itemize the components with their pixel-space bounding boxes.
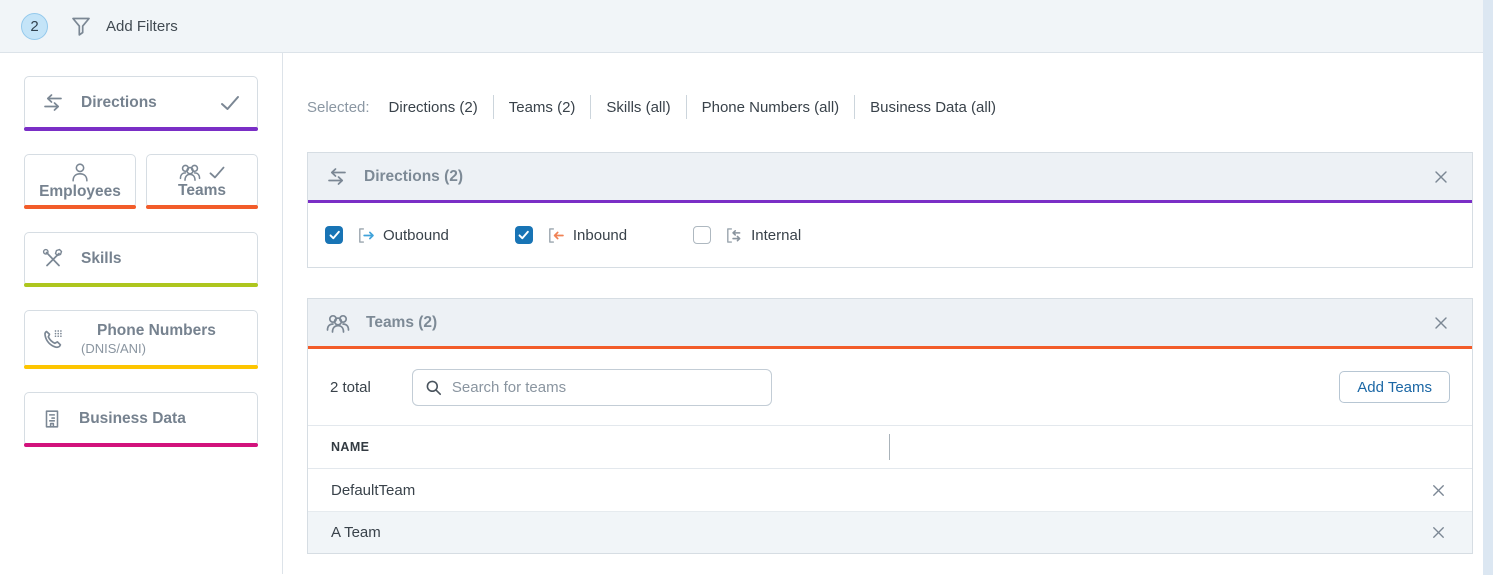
filter-sidebar: Directions Employ [0, 53, 283, 574]
table-row[interactable]: A Team [308, 511, 1472, 553]
check-icon [208, 165, 226, 180]
teams-panel: Teams (2) 2 total [307, 298, 1473, 554]
sidebar-item-skills[interactable]: Skills [24, 232, 258, 286]
selected-item-phone-numbers[interactable]: Phone Numbers (all) [702, 99, 840, 116]
inbound-checkbox[interactable] [515, 226, 533, 244]
skills-icon [41, 247, 65, 271]
add-teams-button[interactable]: Add Teams [1339, 371, 1450, 403]
sidebar-item-label: Directions [81, 94, 157, 112]
direction-option-label: Outbound [383, 227, 449, 244]
divider [686, 95, 687, 119]
teams-table: NAME DefaultTeam A Team [308, 425, 1472, 553]
search-icon [424, 378, 443, 397]
filters-screen: 2 Add Filters Directions [0, 0, 1493, 575]
sidebar-item-label: Phone Numbers [97, 321, 216, 340]
direction-option-label: Internal [751, 227, 801, 244]
selected-summary-bar: Selected: Directions (2) Teams (2) Skill… [307, 95, 1473, 119]
sidebar-item-business-data[interactable]: Business Data [24, 392, 258, 446]
directions-panel-header: Directions (2) [308, 153, 1472, 200]
column-resize-divider[interactable] [889, 434, 890, 460]
teams-toolbar: 2 total Add Teams [308, 349, 1472, 425]
sidebar-item-label: Skills [81, 250, 122, 268]
direction-option-label: Inbound [573, 227, 627, 244]
topbar: 2 Add Filters [0, 0, 1493, 53]
direction-option-internal[interactable]: Internal [693, 225, 801, 246]
vertical-scrollbar[interactable] [1483, 0, 1493, 575]
selected-label: Selected: [307, 99, 370, 116]
selected-item-directions[interactable]: Directions (2) [389, 99, 478, 116]
outbound-icon [355, 225, 376, 246]
directions-panel: Directions (2) [307, 152, 1473, 268]
selected-item-skills[interactable]: Skills (all) [606, 99, 670, 116]
phone-icon [41, 327, 65, 351]
directions-icon [325, 166, 349, 188]
employee-icon [69, 161, 91, 183]
close-icon[interactable] [1427, 309, 1455, 337]
sidebar-item-employees[interactable]: Employees [24, 154, 136, 208]
sidebar-item-phone-numbers[interactable]: Phone Numbers (DNIS/ANI) [24, 310, 258, 368]
direction-option-inbound[interactable]: Inbound [515, 225, 627, 246]
remove-team-icon[interactable] [1429, 523, 1448, 542]
filter-funnel-icon [69, 14, 93, 38]
team-name: DefaultTeam [331, 482, 415, 499]
sidebar-item-label: Employees [39, 183, 121, 201]
add-filters-label[interactable]: Add Filters [106, 18, 178, 35]
divider [854, 95, 855, 119]
teams-total-label: 2 total [330, 379, 371, 396]
team-name: A Team [331, 524, 381, 541]
table-row[interactable]: DefaultTeam [308, 469, 1472, 511]
internal-checkbox[interactable] [693, 226, 711, 244]
internal-icon [723, 225, 744, 246]
remove-team-icon[interactable] [1429, 481, 1448, 500]
selected-item-teams[interactable]: Teams (2) [509, 99, 576, 116]
teams-panel-header: Teams (2) [308, 299, 1472, 346]
check-icon [219, 94, 241, 112]
business-data-icon [41, 408, 63, 430]
teams-table-header: NAME [308, 425, 1472, 469]
teams-panel-title: Teams (2) [366, 314, 437, 332]
selected-item-business-data[interactable]: Business Data (all) [870, 99, 996, 116]
sidebar-item-directions[interactable]: Directions [24, 76, 258, 130]
inbound-icon [545, 225, 566, 246]
direction-option-outbound[interactable]: Outbound [325, 225, 449, 246]
teams-search-input[interactable] [452, 379, 760, 396]
directions-icon [41, 92, 65, 114]
divider [493, 95, 494, 119]
outbound-checkbox[interactable] [325, 226, 343, 244]
directions-options: Outbound [308, 203, 1472, 267]
divider [590, 95, 591, 119]
sidebar-item-sublabel: (DNIS/ANI) [81, 341, 216, 357]
sidebar-item-label: Business Data [79, 410, 186, 428]
column-header-name: NAME [331, 440, 369, 454]
teams-search-box[interactable] [412, 369, 772, 406]
teams-icon [325, 312, 351, 334]
filters-main: Selected: Directions (2) Teams (2) Skill… [283, 53, 1493, 574]
teams-icon [178, 162, 202, 182]
filter-count-badge: 2 [21, 13, 48, 40]
directions-panel-title: Directions (2) [364, 168, 463, 186]
sidebar-item-label: Teams [178, 182, 226, 200]
close-icon[interactable] [1427, 163, 1455, 191]
sidebar-item-teams[interactable]: Teams [146, 154, 258, 208]
